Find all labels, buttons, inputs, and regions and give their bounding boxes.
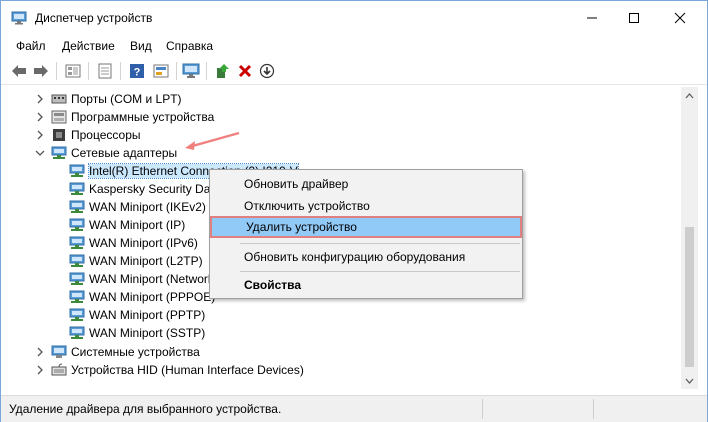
network-adapter-icon	[69, 182, 85, 196]
tree-node-processors[interactable]: Процессоры	[33, 126, 141, 144]
software-device-icon	[51, 110, 67, 124]
network-adapter-icon	[69, 272, 85, 286]
annotation-arrow-icon	[185, 131, 240, 150]
status-divider	[482, 399, 483, 419]
vertical-scrollbar[interactable]	[681, 87, 698, 389]
tree-label: Процессоры	[71, 128, 141, 142]
network-adapter-icon	[69, 326, 85, 340]
tree-label: Системные устройства	[71, 345, 200, 359]
menu-update-driver[interactable]: Обновить драйвер	[210, 173, 522, 195]
network-adapter-icon	[69, 254, 85, 268]
tree-node-system-devices[interactable]: Системные устройства	[33, 343, 200, 361]
help-icon[interactable]: ?	[127, 61, 147, 81]
chevron-right-icon[interactable]	[33, 110, 47, 124]
tree-label: WAN Miniport (L2TP)	[89, 254, 203, 268]
forward-arrow-icon[interactable]	[31, 61, 51, 81]
tree-label: Программные устройства	[71, 110, 215, 124]
network-adapter-icon	[69, 200, 85, 214]
context-menu: Обновить драйвер Отключить устройство Уд…	[209, 169, 523, 299]
back-arrow-icon[interactable]	[9, 61, 29, 81]
chevron-right-icon[interactable]	[33, 92, 47, 106]
tree-node-software-devices[interactable]: Программные устройства	[33, 108, 214, 126]
tree-label: WAN Miniport (PPPOE)	[89, 290, 216, 304]
tree-label: Устройства HID (Human Interface Devices)	[71, 363, 304, 377]
device-manager-window: Диспетчер устройств Файл Действие Вид Сп…	[0, 0, 708, 422]
tree-node-ports[interactable]: Порты (COM и LPT)	[33, 90, 182, 108]
menu-disable-device[interactable]: Отключить устройство	[210, 195, 522, 217]
maximize-button[interactable]	[611, 1, 657, 35]
menu-help[interactable]: Справка	[166, 39, 213, 53]
menu-properties[interactable]: Свойства	[210, 274, 522, 296]
menu-view[interactable]: Вид	[130, 39, 152, 53]
close-button[interactable]	[657, 1, 703, 35]
chevron-down-icon[interactable]	[33, 146, 47, 160]
network-adapter-icon	[69, 308, 85, 322]
update-driver-icon[interactable]	[212, 61, 232, 81]
download-circle-icon[interactable]	[257, 61, 277, 81]
properties-sheet-icon[interactable]	[95, 61, 115, 81]
tree-label: Порты (COM и LPT)	[71, 92, 182, 106]
port-icon	[51, 92, 67, 106]
svg-text:?: ?	[134, 67, 141, 79]
status-bar: Удаление драйвера для выбранного устройс…	[1, 395, 707, 422]
tree-node-wan-sstp[interactable]: WAN Miniport (SSTP)	[69, 324, 205, 342]
system-device-icon	[51, 345, 67, 359]
scroll-up-arrow-icon[interactable]	[681, 87, 698, 104]
uninstall-x-icon[interactable]	[235, 61, 255, 81]
hid-icon	[51, 363, 67, 377]
title-bar: Диспетчер устройств	[1, 1, 707, 35]
menu-separator	[240, 271, 520, 272]
minimize-button[interactable]	[569, 1, 615, 35]
network-adapter-icon	[69, 218, 85, 232]
menu-file[interactable]: Файл	[16, 39, 46, 53]
cpu-icon	[51, 128, 67, 142]
tree-node-wan-pppoe[interactable]: WAN Miniport (PPPOE)	[69, 288, 215, 306]
tree-node-wan-pptp[interactable]: WAN Miniport (PPTP)	[69, 306, 205, 324]
tree-label: Сетевые адаптеры	[71, 146, 178, 160]
tree-node-hid-devices[interactable]: Устройства HID (Human Interface Devices)	[33, 361, 304, 379]
menu-uninstall-device[interactable]: Удалить устройство	[210, 216, 522, 238]
menu-bar: Файл Действие Вид Справка	[1, 35, 707, 57]
window-title: Диспетчер устройств	[35, 11, 153, 25]
tree-label: WAN Miniport (SSTP)	[89, 326, 206, 340]
menu-separator	[240, 243, 520, 244]
toolbar: ?	[1, 57, 707, 85]
tree-label: WAN Miniport (IPv6)	[89, 236, 198, 250]
tree-label: WAN Miniport (IKEv2)	[89, 200, 206, 214]
network-adapter-icon	[69, 164, 85, 178]
tree-label: WAN Miniport (IP)	[89, 218, 186, 232]
chevron-right-icon[interactable]	[33, 363, 47, 377]
chevron-right-icon[interactable]	[33, 128, 47, 142]
menu-scan-hardware[interactable]: Обновить конфигурацию оборудования	[210, 246, 522, 268]
network-adapter-icon	[69, 290, 85, 304]
device-manager-app-icon	[11, 11, 27, 25]
scroll-down-arrow-icon[interactable]	[681, 372, 698, 389]
resource-view-icon[interactable]	[151, 61, 171, 81]
scrollbar-thumb[interactable]	[685, 227, 694, 367]
status-text: Удаление драйвера для выбранного устройс…	[9, 402, 282, 416]
monitor-scan-icon[interactable]	[181, 61, 201, 81]
device-tree-view-icon[interactable]	[63, 61, 83, 81]
menu-action[interactable]: Действие	[62, 39, 115, 53]
network-adapter-icon	[69, 236, 85, 250]
tree-node-network-adapters[interactable]: Сетевые адаптеры	[33, 144, 177, 162]
tree-label: WAN Miniport (PPTP)	[89, 308, 206, 322]
status-divider	[593, 399, 594, 419]
tree-node-wan-ikev2[interactable]: WAN Miniport (IKEv2)	[69, 198, 206, 216]
chevron-right-icon[interactable]	[33, 345, 47, 359]
network-adapter-icon	[51, 146, 67, 160]
tree-node-wan-l2tp[interactable]: WAN Miniport (L2TP)	[69, 252, 203, 270]
tree-node-wan-ip[interactable]: WAN Miniport (IP)	[69, 216, 185, 234]
tree-node-wan-ipv6[interactable]: WAN Miniport (IPv6)	[69, 234, 198, 252]
